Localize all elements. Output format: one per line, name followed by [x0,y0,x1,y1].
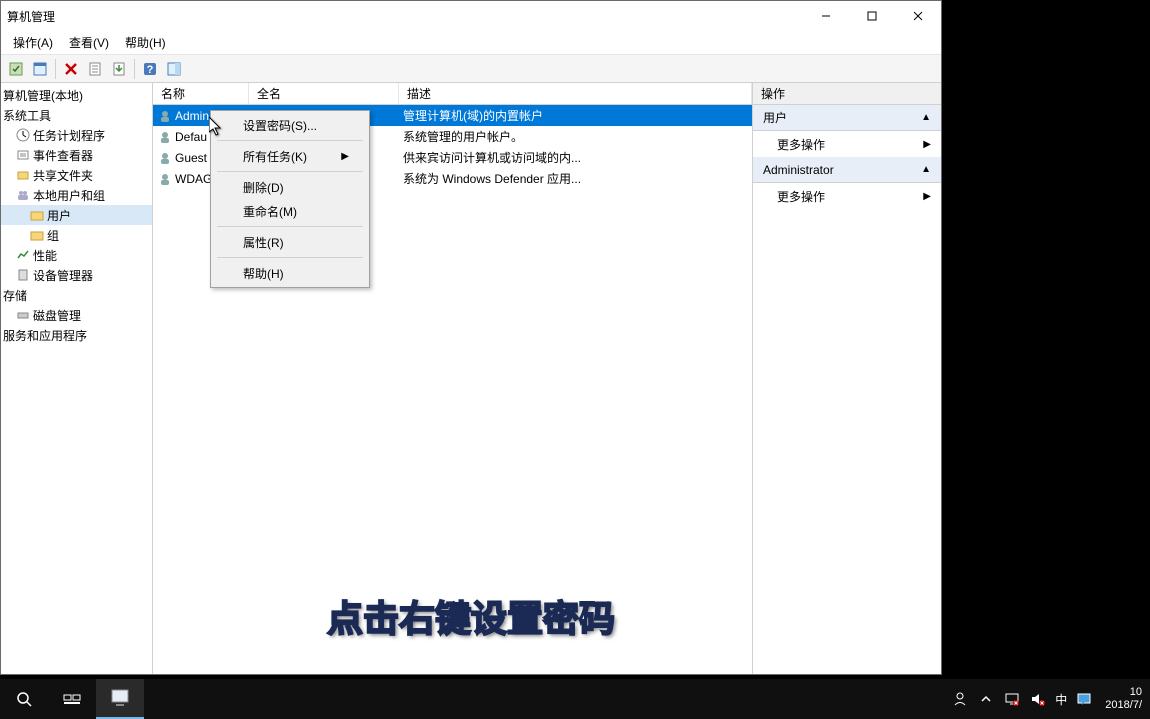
toolbar-properties-icon[interactable] [84,58,106,80]
disk-icon [15,307,31,323]
actions-section-users[interactable]: 用户▲ [753,105,941,131]
tray-ime-icon[interactable]: 中 [1055,690,1067,708]
collapse-icon: ▲ [921,164,931,175]
chevron-right-icon: ▶ [923,139,931,150]
tree-root[interactable]: 算机管理(本地) [1,85,152,105]
actions-section-admin[interactable]: Administrator▲ [753,157,941,183]
context-separator [217,140,363,141]
actions-header: 操作 [753,83,941,105]
context-all-tasks[interactable]: 所有任务(K)▶ [211,144,369,168]
tray-notification-icon[interactable] [1075,690,1093,708]
navigation-tree[interactable]: 算机管理(本地) 系统工具 任务计划程序 事件查看器 共享文件夹 本地用户和组 … [1,83,153,674]
tree-storage[interactable]: 存储 [1,285,152,305]
taskbar-clock[interactable]: 10 2018/7/ [1101,686,1146,712]
context-rename[interactable]: 重命名(M) [211,199,369,223]
share-icon [15,167,31,183]
toolbar-separator [134,59,135,79]
window-controls [803,1,941,31]
column-fullname[interactable]: 全名 [249,83,399,104]
menu-view[interactable]: 查看(V) [61,32,117,53]
window-title: 算机管理 [7,8,55,25]
context-menu: 设置密码(S)... 所有任务(K)▶ 删除(D) 重命名(M) 属性(R) 帮… [210,110,370,288]
tray-people-icon[interactable] [951,690,969,708]
column-description[interactable]: 描述 [399,83,752,104]
tray-network-icon[interactable] [1003,690,1021,708]
actions-pane: 操作 用户▲ 更多操作▶ Administrator▲ 更多操作▶ [753,83,941,674]
taskbar-taskview-icon[interactable] [48,679,96,719]
taskbar-search-icon[interactable] [0,679,48,719]
toolbar-delete-icon[interactable] [60,58,82,80]
actions-more-admin[interactable]: 更多操作▶ [753,183,941,209]
computer-management-window: 算机管理 操作(A) 查看(V) 帮助(H) ? 算机管理(本地) [0,0,942,675]
perf-icon [15,247,31,263]
user-icon [157,171,173,187]
toolbar-panel-icon[interactable] [163,58,185,80]
context-set-password[interactable]: 设置密码(S)... [211,113,369,137]
context-separator [217,257,363,258]
tray-volume-icon[interactable] [1029,690,1047,708]
tree-services-apps[interactable]: 服务和应用程序 [1,325,152,345]
toolbar-refresh-icon[interactable] [5,58,27,80]
menu-help[interactable]: 帮助(H) [117,32,174,53]
titlebar[interactable]: 算机管理 [1,1,941,31]
list-header: 名称 全名 描述 [153,83,752,105]
scheduler-icon [15,127,31,143]
user-icon [157,108,173,124]
tree-performance[interactable]: 性能 [1,245,152,265]
chevron-right-icon: ▶ [923,191,931,202]
taskbar-app-mmc[interactable] [96,679,144,719]
toolbar: ? [1,55,941,83]
toolbar-export-icon[interactable] [108,58,130,80]
actions-more-users[interactable]: 更多操作▶ [753,131,941,157]
tree-local-users-groups[interactable]: 本地用户和组 [1,185,152,205]
tree-event-viewer[interactable]: 事件查看器 [1,145,152,165]
maximize-button[interactable] [849,1,895,31]
toolbar-help-icon[interactable]: ? [139,58,161,80]
tree-system-tools[interactable]: 系统工具 [1,105,152,125]
tree-shared-folders[interactable]: 共享文件夹 [1,165,152,185]
device-icon [15,267,31,283]
folder-icon [29,207,45,223]
context-help[interactable]: 帮助(H) [211,261,369,285]
context-separator [217,226,363,227]
tree-device-manager[interactable]: 设备管理器 [1,265,152,285]
event-icon [15,147,31,163]
context-properties[interactable]: 属性(R) [211,230,369,254]
chevron-right-icon: ▶ [341,151,349,162]
menubar: 操作(A) 查看(V) 帮助(H) [1,31,941,55]
tree-task-scheduler[interactable]: 任务计划程序 [1,125,152,145]
tree-disk-management[interactable]: 磁盘管理 [1,305,152,325]
users-group-icon [15,187,31,203]
context-separator [217,171,363,172]
user-icon [157,129,173,145]
taskbar: 中 10 2018/7/ [0,679,1150,719]
user-icon [157,150,173,166]
tray-up-icon[interactable] [977,690,995,708]
toolbar-separator [55,59,56,79]
tree-groups[interactable]: 组 [1,225,152,245]
column-name[interactable]: 名称 [153,83,249,104]
collapse-icon: ▲ [921,112,931,123]
close-button[interactable] [895,1,941,31]
menu-action[interactable]: 操作(A) [5,32,61,53]
toolbar-window-icon[interactable] [29,58,51,80]
minimize-button[interactable] [803,1,849,31]
context-delete[interactable]: 删除(D) [211,175,369,199]
svg-text:?: ? [147,64,154,76]
tree-users[interactable]: 用户 [1,205,152,225]
content-panes: 算机管理(本地) 系统工具 任务计划程序 事件查看器 共享文件夹 本地用户和组 … [1,83,941,674]
folder-icon [29,227,45,243]
